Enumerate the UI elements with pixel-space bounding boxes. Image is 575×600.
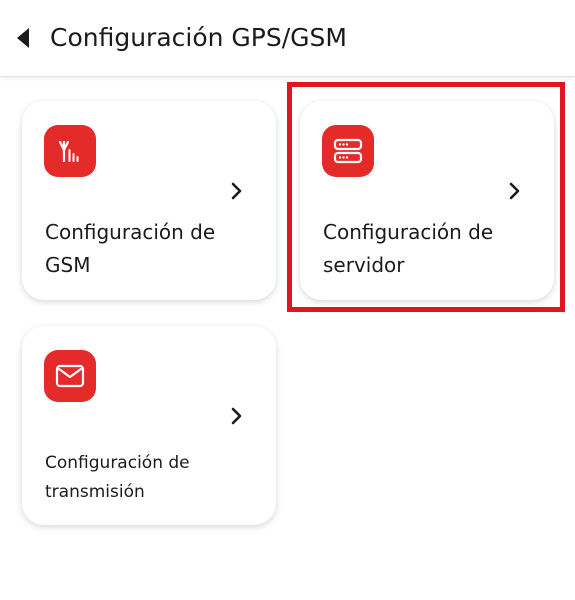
server-icon: [333, 138, 363, 164]
transmission-icon-box: [44, 350, 96, 402]
page-title: Configuración GPS/GSM: [50, 23, 347, 52]
server-icon-box: [322, 125, 374, 177]
card-label: Configuración de GSM: [45, 220, 216, 277]
envelope-icon: [55, 364, 85, 388]
caret-left-icon: [17, 28, 29, 48]
card-server-config[interactable]: Configuración de servidor: [300, 101, 554, 300]
signal-antenna-icon: [58, 140, 79, 163]
card-label: Configuración de servidor: [323, 220, 494, 277]
back-button[interactable]: [10, 22, 36, 54]
card-label: Configuración de transmisión: [45, 453, 190, 502]
chevron-right-icon: [228, 179, 246, 203]
chevron-right-icon: [506, 179, 524, 203]
gsm-icon-box: [44, 125, 96, 177]
app-header: Configuración GPS/GSM: [0, 0, 575, 77]
card-gsm-config[interactable]: Configuración de GSM: [22, 101, 276, 300]
card-transmission-config[interactable]: Configuración de transmisión: [22, 326, 276, 525]
chevron-right-icon: [228, 404, 246, 428]
